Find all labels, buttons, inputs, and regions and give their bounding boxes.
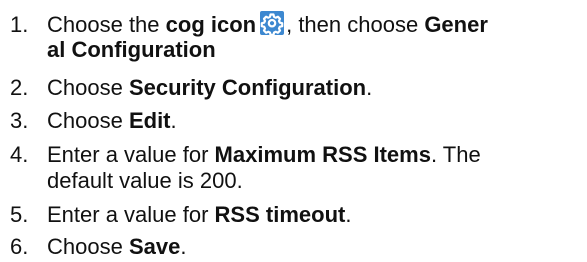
step-emphasis: Save	[128, 234, 181, 259]
step-text: Enter a value for	[47, 142, 215, 167]
instruction-list: 1. Choose the cog icon , then choose Gene…	[0, 0, 587, 262]
step-emphasis: Gener	[424, 12, 488, 37]
step-text: .	[180, 234, 187, 259]
step-emphasis: Edit	[128, 108, 171, 133]
cog-icon	[260, 11, 285, 35]
step-1: 1. Choose the cog icon , then choose Gene…	[10, 11, 587, 38]
step-text: .	[345, 202, 352, 227]
step-4: 4. Enter a value for Maximum RSS Items. T…	[10, 142, 587, 168]
step-text: Enter a value for	[47, 202, 215, 227]
step-text: .	[366, 75, 373, 100]
step-emphasis: cog icon	[165, 12, 257, 37]
step-text: Choose the	[47, 12, 166, 37]
step-2: 2. Choose Security Configuration.	[10, 75, 587, 101]
step-4-continued: default value is 200.	[47, 168, 243, 194]
step-number: 5.	[10, 202, 29, 227]
step-number: 6.	[10, 234, 29, 259]
step-5: 5. Enter a value for RSS timeout.	[10, 202, 587, 228]
step-6: 6. Choose Save.	[10, 234, 587, 260]
step-number: 1.	[10, 12, 29, 37]
step-emphasis: Security Configuration	[128, 75, 367, 100]
step-emphasis: Maximum RSS Items	[214, 142, 431, 167]
step-3: 3. Choose Edit.	[10, 108, 587, 134]
step-number: 3.	[10, 108, 29, 133]
step-text: default value is 200.	[47, 168, 243, 193]
step-text: .	[170, 108, 177, 133]
step-text: . The	[430, 142, 481, 167]
step-number: 2.	[10, 75, 29, 100]
step-emphasis: RSS timeout	[214, 202, 346, 227]
step-text: , then choose	[286, 12, 425, 37]
step-text: Choose	[47, 108, 129, 133]
step-1-continued: al Configuration	[47, 37, 216, 63]
step-text: Choose	[47, 75, 129, 100]
step-number: 4.	[10, 142, 29, 167]
step-text: Choose	[47, 234, 129, 259]
step-emphasis: al Configuration	[47, 37, 216, 62]
